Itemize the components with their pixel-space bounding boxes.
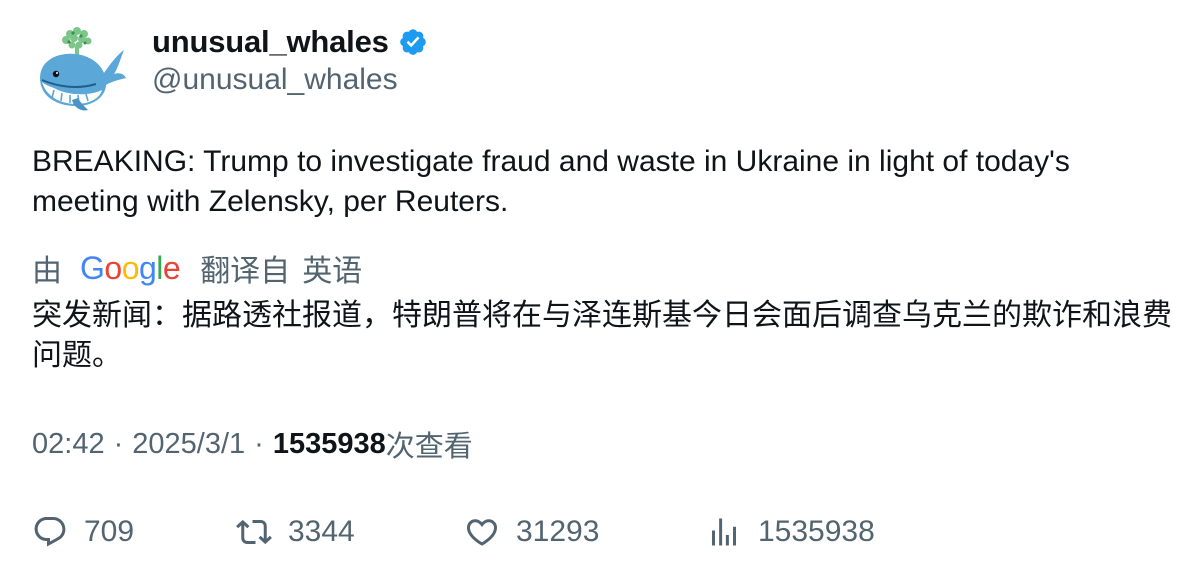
analytics-icon — [712, 518, 736, 546]
like-button[interactable]: 31293 — [464, 508, 599, 556]
google-logo-letter: e — [162, 249, 181, 286]
views-count: 1535938 — [272, 427, 386, 460]
whale-avatar-icon[interactable] — [32, 24, 128, 114]
meta-separator: · — [113, 427, 124, 460]
tweet-card: unusual_whales @unusual_whales BREAKING:… — [0, 0, 1196, 578]
google-logo-letter: o — [104, 249, 122, 286]
translation-source-language: 英语 — [302, 254, 363, 289]
tweet-time[interactable]: 02:42 — [32, 428, 105, 461]
author-display-name[interactable]: unusual_whales — [152, 24, 389, 60]
author-handle[interactable]: @unusual_whales — [152, 63, 398, 97]
tweet-date[interactable]: 2025/3/1 — [132, 428, 245, 461]
translation-by-label: 由 — [32, 254, 62, 289]
google-logo: Google — [80, 249, 181, 287]
tweet-text: BREAKING: Trump to investigate fraud and… — [32, 145, 1070, 218]
google-logo-letter: G — [80, 249, 105, 286]
retweet-button[interactable]: 3344 — [236, 508, 355, 556]
translation-from-label: 翻译自 — [200, 254, 291, 289]
views-label: 次查看 — [385, 429, 473, 463]
heart-icon — [466, 519, 498, 546]
views-button[interactable]: 1535938 — [706, 508, 875, 556]
translated-text: 突发新闻：据路透社报道，特朗普将在与泽连斯基今日会面后调查乌克兰的欺诈和浪费问题… — [32, 298, 1172, 373]
reply-count: 709 — [84, 515, 135, 548]
reply-button[interactable]: 709 — [32, 508, 134, 556]
google-logo-letter: o — [121, 249, 140, 286]
meta-separator: · — [254, 427, 264, 460]
google-logo-letter: l — [156, 249, 163, 286]
like-count: 31293 — [516, 515, 600, 548]
reply-icon — [34, 517, 66, 547]
tweet-meta: 02:42 · 2025/3/1 · 1535938 次查看 — [32, 422, 473, 466]
retweet-count: 3344 — [288, 515, 355, 548]
retweet-icon — [236, 519, 272, 545]
google-logo-letter: g — [138, 249, 157, 286]
views-action-count: 1535938 — [758, 515, 875, 548]
translation-attribution: 由 Google 翻译自 英语 — [32, 246, 362, 290]
action-bar: 709 3344 31293 1535938 — [32, 508, 1172, 556]
author-name-row: unusual_whales — [152, 22, 428, 62]
verified-badge-icon[interactable] — [398, 27, 428, 57]
